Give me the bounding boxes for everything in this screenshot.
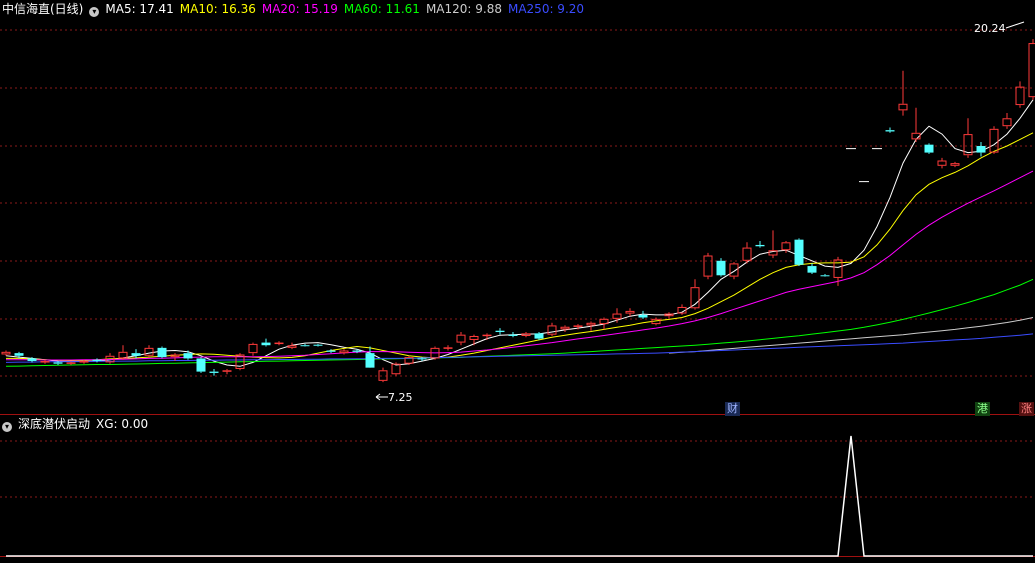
chevron-down-icon[interactable]: ▾ [2,422,12,432]
candle[interactable] [716,258,726,277]
ma-label-5: MA250: 9.20 [507,2,585,16]
ma-line-ma10 [6,132,1034,362]
candle[interactable] [820,273,830,277]
candle[interactable] [339,349,349,355]
candle[interactable] [209,368,219,376]
candle[interactable] [729,262,739,280]
candle[interactable] [664,312,674,319]
candle[interactable] [261,338,271,347]
candle[interactable] [248,342,258,356]
indicator-panel [6,435,1033,557]
xg-signal-line [6,435,1033,557]
candle[interactable] [391,362,401,376]
candle[interactable] [638,310,648,319]
candle[interactable] [469,334,479,346]
candle[interactable] [742,242,752,264]
candle[interactable] [794,238,804,267]
chart-header: 中信海直(日线) ▾ MA5: 17.41 MA10: 16.36 MA20: 15.1… [2,1,596,17]
candle[interactable] [625,308,635,317]
candle[interactable] [300,343,310,347]
badge-finance[interactable]: 财 [725,402,740,416]
candle[interactable] [924,143,934,154]
high-price-label: 20.24 [974,22,1006,35]
candle[interactable] [950,161,960,168]
candle[interactable] [443,345,453,351]
candle[interactable] [1015,81,1025,108]
candle[interactable] [482,333,492,340]
candle[interactable] [1028,39,1035,100]
ma-line-ma5 [5,99,1034,367]
candle[interactable] [274,341,284,346]
candle[interactable] [456,332,466,346]
candle[interactable] [937,157,947,169]
candle[interactable] [976,142,986,157]
badge-hk[interactable]: 港 [975,402,990,416]
candle[interactable] [560,325,570,333]
ma-label-4: MA120: 9.88 [425,2,502,16]
candle[interactable] [508,332,518,338]
candle[interactable] [768,230,778,259]
candle[interactable] [807,263,817,274]
candle[interactable] [599,317,609,330]
candle[interactable] [222,368,232,375]
candle[interactable] [157,346,167,359]
ma-label-0: MA5: 17.41 [105,2,174,16]
candle[interactable] [287,342,297,350]
candle[interactable] [677,304,687,315]
ma-line-ma120 [668,317,1034,354]
ma-label-3: MA60: 11.61 [343,2,420,16]
price-grid [0,29,1035,557]
candle[interactable] [170,353,180,362]
candle[interactable] [885,127,895,133]
candle[interactable] [313,343,323,347]
candle[interactable] [547,322,557,336]
candle[interactable] [1,350,11,356]
ma-line-ma20 [6,170,1034,361]
stock-chart: 20.24 7.25 [0,21,1035,557]
indicator-title: 深底潜伏启动 [18,417,91,431]
candle[interactable] [378,367,388,383]
chart-title: 中信海直(日线) [2,2,84,16]
candle[interactable] [118,345,128,360]
high-pointer [1005,21,1025,29]
candle[interactable] [690,279,700,310]
ma-label-2: MA20: 15.19 [261,2,338,16]
candle[interactable] [144,345,154,358]
indicator-header: ▾ 深底潜伏启动 XG: 0.00 [2,416,154,432]
chevron-down-icon[interactable]: ▾ [89,7,100,17]
candle[interactable] [1002,113,1012,129]
indicator-value: XG: 0.00 [96,417,149,431]
price-annotations: 20.24 7.25 [375,21,1025,404]
low-price-label: 7.25 [388,391,413,404]
candle[interactable] [898,70,908,116]
candle[interactable] [755,240,765,248]
candle[interactable] [404,355,414,366]
moving-average-lines [5,99,1034,367]
candle[interactable] [131,349,141,359]
candle[interactable] [495,328,505,335]
candle[interactable] [365,346,375,368]
candle[interactable] [703,252,713,280]
badge-limit-up[interactable]: 涨 [1019,402,1034,416]
candlesticks[interactable] [1,39,1035,383]
ma-label-1: MA10: 16.36 [179,2,256,16]
candle[interactable] [196,357,206,373]
